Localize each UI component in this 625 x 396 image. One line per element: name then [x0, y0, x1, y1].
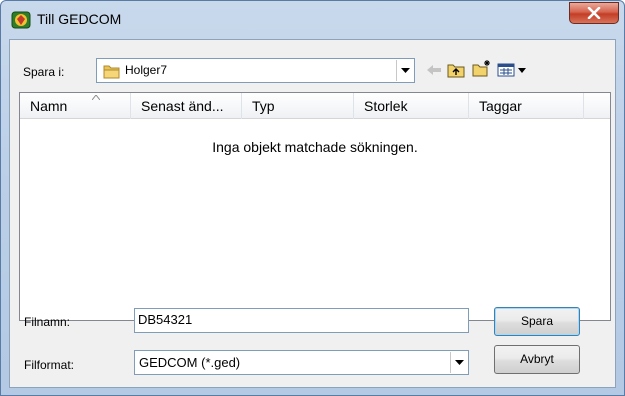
- fileformat-dropdown[interactable]: GEDCOM (*.ged): [134, 350, 469, 375]
- fileformat-dropdown-arrow[interactable]: [450, 352, 467, 373]
- column-header-modified[interactable]: Senast änd...: [131, 93, 242, 119]
- column-type-label: Typ: [252, 98, 275, 114]
- column-tags-label: Taggar: [479, 98, 522, 114]
- dialog-client-area: Spara i: Holger7 Namn Senast änd... Typ …: [9, 39, 616, 388]
- chevron-down-icon: [454, 360, 464, 365]
- column-header-type[interactable]: Typ: [242, 93, 354, 119]
- close-icon: [587, 7, 601, 19]
- back-button[interactable]: [424, 60, 444, 80]
- filename-label: Filnamn:: [24, 315, 71, 329]
- sort-ascending-icon: [92, 95, 100, 100]
- empty-list-message: Inga objekt matchade sökningen.: [212, 139, 418, 155]
- column-header-tags[interactable]: Taggar: [469, 93, 584, 119]
- window-title: Till GEDCOM: [37, 11, 122, 27]
- close-button[interactable]: [569, 2, 619, 24]
- folder-icon: [103, 65, 120, 79]
- up-folder-icon: [447, 64, 465, 78]
- column-size-label: Storlek: [364, 98, 408, 114]
- chevron-down-icon: [400, 68, 410, 73]
- column-modified-label: Senast änd...: [141, 98, 224, 114]
- column-name-label: Namn: [30, 98, 68, 114]
- save-in-label: Spara i:: [23, 65, 65, 79]
- column-header-name[interactable]: Namn: [20, 93, 131, 119]
- up-folder-button[interactable]: [446, 60, 466, 80]
- fileformat-value: GEDCOM (*.ged): [139, 355, 241, 370]
- back-arrow-icon: [427, 65, 441, 75]
- column-header-size[interactable]: Storlek: [354, 93, 469, 119]
- title-bar[interactable]: Till GEDCOM: [1, 1, 624, 41]
- fileformat-label: Filformat:: [24, 358, 75, 372]
- file-list-header: Namn Senast änd... Typ Storlek Taggar: [20, 93, 610, 119]
- new-folder-icon: [472, 60, 490, 77]
- view-menu-icon: [497, 63, 526, 77]
- filename-input[interactable]: DB54321: [134, 308, 469, 333]
- file-list[interactable]: Namn Senast änd... Typ Storlek Taggar In…: [19, 92, 611, 321]
- new-folder-button[interactable]: [472, 58, 492, 78]
- dialog-window: Till GEDCOM Spara i: Holger7 Namn Senast…: [0, 0, 625, 396]
- view-menu-button[interactable]: [496, 60, 528, 80]
- save-in-dropdown[interactable]: Holger7: [96, 58, 415, 83]
- save-button[interactable]: Spara: [494, 307, 580, 336]
- save-in-value: Holger7: [125, 63, 168, 77]
- app-icon: [11, 11, 31, 29]
- cancel-button[interactable]: Avbryt: [494, 345, 580, 374]
- save-in-dropdown-arrow[interactable]: [396, 60, 413, 81]
